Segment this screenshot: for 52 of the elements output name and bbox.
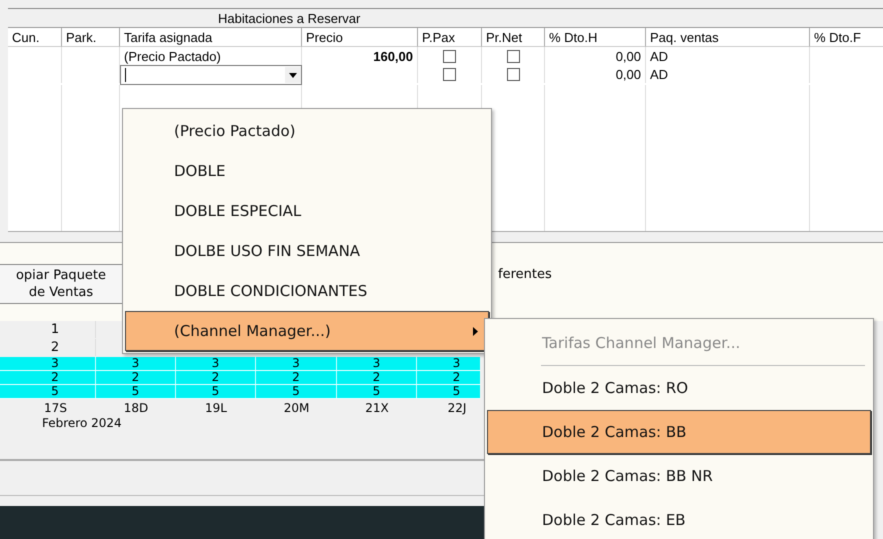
rate-combo[interactable] (120, 65, 302, 85)
column-header[interactable]: Pr.Net (482, 28, 545, 47)
calendar-cell: 2 (15, 371, 96, 384)
date-label: 18D (122, 401, 150, 416)
calendar-cell: 3 (176, 357, 256, 370)
calendar-cell: 5 (256, 385, 337, 398)
menu-item[interactable]: DOBLE (125, 151, 489, 191)
column-header[interactable]: % Dto.H (545, 28, 646, 47)
menu-item[interactable]: DOBLE ESPECIAL (125, 191, 489, 231)
calendar-cell: 3 (96, 357, 176, 370)
caret-icon (289, 72, 297, 78)
calendar-cell: 5 (337, 385, 417, 398)
menu-item[interactable]: Doble 2 Camas: BB (487, 410, 871, 454)
calendar-cell: 3 (15, 357, 96, 370)
checkbox[interactable] (443, 50, 456, 62)
calendar-cell: 2 (15, 339, 96, 356)
menu-item[interactable]: DOLBE USO FIN SEMANA (125, 231, 489, 271)
menu-caption: Tarifas Channel Manager... (541, 333, 742, 354)
calendar-cell: 5 (96, 385, 176, 398)
calendar-cell: 5 (176, 385, 256, 398)
menu-item[interactable]: Doble 2 Camas: EB (487, 498, 871, 539)
checkbox[interactable] (443, 68, 456, 80)
note-text: ferentes (498, 266, 552, 282)
calendar-cell: 2 (256, 371, 337, 384)
column-header[interactable]: Cun. (8, 28, 62, 47)
date-label: 22J (446, 401, 468, 416)
dropdown-button[interactable] (285, 67, 301, 83)
calendar-cell: 3 (337, 357, 417, 370)
calendar-cell: 2 (337, 371, 417, 384)
column-header[interactable]: Park. (62, 28, 120, 47)
calendar-cell: 3 (256, 357, 337, 370)
date-label: 19L (204, 401, 228, 416)
calendar-cell: 2 (96, 371, 176, 384)
date-label: 21X (364, 401, 390, 416)
column-header[interactable]: Tarifa asignada (120, 28, 302, 47)
group-title: Habitaciones a Reservar (8, 9, 883, 28)
column-header[interactable]: Precio (302, 28, 418, 47)
column-header[interactable]: P.Pax (418, 28, 482, 47)
column-header[interactable]: Paq. ventas (646, 28, 810, 47)
checkbox[interactable] (506, 68, 520, 80)
month-label: Febrero 2024 (41, 416, 123, 431)
checkbox[interactable] (506, 50, 520, 62)
menu-item[interactable]: (Precio Pactado) (125, 111, 489, 151)
calendar-cell: 1 (15, 321, 96, 338)
copy-package-button[interactable]: opiar Paquete de Ventas (0, 264, 122, 304)
date-label: 20M (282, 401, 310, 416)
date-label: 17S (43, 401, 68, 416)
calendar-cell: 2 (176, 371, 256, 384)
menu-item[interactable]: DOBLE CONDICIONANTES (125, 271, 489, 311)
menu-item[interactable]: Doble 2 Camas: BB NR (487, 454, 871, 498)
calendar-cell: 5 (15, 385, 96, 398)
menu-item[interactable]: (Channel Manager...) (125, 311, 489, 351)
